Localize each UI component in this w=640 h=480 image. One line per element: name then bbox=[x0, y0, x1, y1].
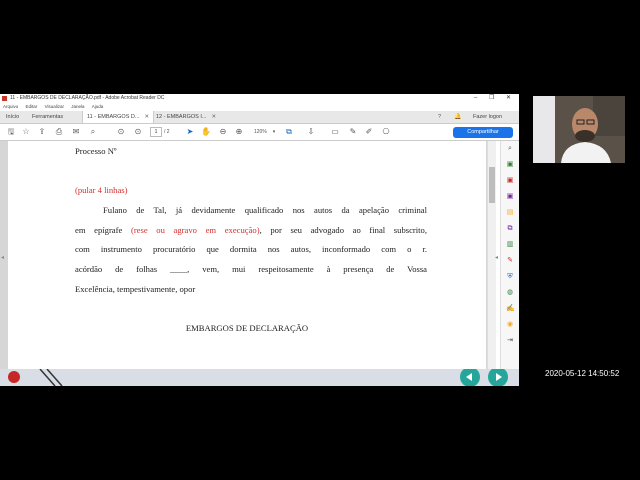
draw-icon[interactable]: ✐ bbox=[364, 127, 374, 137]
stamp-icon[interactable]: ⎔ bbox=[381, 127, 391, 137]
tab-doc-11-label: 11 - EMBARGOS D... bbox=[87, 114, 140, 120]
tab-bar: Início Ferramentas 11 - EMBARGOS D... ✕ 1… bbox=[0, 111, 519, 124]
organize-pages-icon[interactable]: ▥ bbox=[506, 241, 514, 249]
menu-janela[interactable]: Janela bbox=[71, 104, 84, 109]
combine-files-icon[interactable]: ⧉ bbox=[506, 225, 514, 233]
doc-paragraph-line-1: Fulano de Tal, já devidamente qualificad… bbox=[103, 205, 427, 215]
minimize-button[interactable]: – bbox=[474, 94, 477, 103]
upload-icon[interactable]: ⇪ bbox=[37, 127, 47, 137]
doc-process-line: Processo Nº bbox=[75, 146, 117, 156]
star-icon[interactable]: ☆ bbox=[21, 127, 31, 137]
next-page-icon[interactable]: ⊙ bbox=[133, 127, 143, 137]
more-tools-icon[interactable]: ◉ bbox=[506, 321, 514, 329]
hand-tool-icon[interactable]: ✋ bbox=[201, 127, 211, 137]
zoom-search-icon[interactable]: ⌕ bbox=[506, 145, 514, 153]
tab-doc-12[interactable]: 12 - EMBARGOS I... ✕ bbox=[152, 111, 220, 123]
search-icon[interactable]: ⌕ bbox=[88, 127, 98, 137]
comment-tool-icon[interactable]: ▤ bbox=[506, 209, 514, 217]
close-tab-icon[interactable]: ✕ bbox=[144, 114, 149, 120]
doc-paragraph-line-3: com instrumento procuratório que dormita… bbox=[75, 244, 427, 254]
share-label: Compartilhar bbox=[467, 129, 499, 135]
save-icon[interactable]: 🖫 bbox=[6, 127, 16, 137]
tools-expand-icon[interactable]: ⇥ bbox=[506, 337, 514, 345]
chevron-down-icon[interactable]: ▾ bbox=[269, 127, 279, 137]
zoom-level[interactable]: 120% bbox=[254, 128, 267, 136]
pdf-page[interactable]: Processo Nº (pular 4 linhas) Fulano de T… bbox=[8, 141, 486, 386]
menu-bar: Arquivo Editar Visualizar Janela Ajuda bbox=[0, 103, 519, 111]
login-button[interactable]: Fazer logon bbox=[469, 111, 506, 123]
acrobat-window: 11 - EMBARGOS DE DECLARAÇÃO.pdf - Adobe … bbox=[0, 94, 519, 386]
tab-doc-11[interactable]: 11 - EMBARGOS D... ✕ bbox=[82, 111, 155, 123]
window-title: 11 - EMBARGOS DE DECLARAÇÃO.pdf - Adobe … bbox=[10, 95, 165, 101]
tab-tools[interactable]: Ferramentas bbox=[28, 111, 67, 123]
page-number-input[interactable]: 1 bbox=[150, 127, 162, 137]
menu-editar[interactable]: Editar bbox=[26, 104, 38, 109]
select-cursor-icon[interactable]: ➤ bbox=[185, 127, 195, 137]
print-icon[interactable]: ⎙ bbox=[54, 127, 64, 137]
bell-icon[interactable]: 🔔 bbox=[450, 111, 465, 123]
acrobat-app-icon bbox=[2, 96, 7, 101]
taskbar-strip bbox=[0, 367, 519, 387]
taskbar-graphic bbox=[8, 367, 508, 387]
doc-text-segment: , por seu advogado ao final subscrito, bbox=[259, 225, 427, 235]
help-icon[interactable]: ? bbox=[434, 111, 445, 123]
prev-page-icon[interactable]: ⊙ bbox=[116, 127, 126, 137]
export-pdf-icon[interactable]: ▣ bbox=[506, 161, 514, 169]
optimize-icon[interactable]: ◍ bbox=[506, 289, 514, 297]
create-pdf-icon[interactable]: ▣ bbox=[506, 177, 514, 185]
tab-doc-12-label: 12 - EMBARGOS I... bbox=[156, 114, 207, 120]
doc-text-segment: em epígrafe bbox=[75, 225, 131, 235]
close-tab-icon[interactable]: ✕ bbox=[211, 114, 216, 120]
edit-pdf-icon[interactable]: ▣ bbox=[506, 193, 514, 201]
highlight-pen-icon[interactable]: ✎ bbox=[348, 127, 358, 137]
presenter-image bbox=[533, 96, 625, 163]
document-area[interactable]: Processo Nº (pular 4 linhas) Fulano de T… bbox=[0, 141, 487, 386]
doc-red-note: (rese ou agravo em execução) bbox=[130, 225, 260, 235]
video-timestamp: 2020-05-12 14:50:52 bbox=[545, 369, 620, 378]
comment-icon[interactable]: ▭ bbox=[330, 127, 340, 137]
scrollbar-thumb[interactable] bbox=[489, 167, 495, 203]
tools-side-panel: ⌕ ▣ ▣ ▣ ▤ ⧉ ▥ ✎ ⛨ ◍ ✍ ◉ ⇥ bbox=[500, 141, 519, 386]
doc-paragraph-line-5: Excelência, tempestivamente, opor bbox=[75, 284, 196, 294]
webcam-video bbox=[533, 96, 625, 163]
doc-paragraph-line-4: acórdão de folhas ____, vem, mui respeit… bbox=[75, 264, 427, 274]
toolbar: 🖫 ☆ ⇪ ⎙ ✉ ⌕ ⊙ ⊙ 1 / 2 ➤ ✋ ⊖ ⊕ 120% ▾ ⧉ ⇩… bbox=[0, 124, 519, 141]
fit-page-icon[interactable]: ⧉ bbox=[284, 127, 294, 137]
fill-sign-icon[interactable]: ✍ bbox=[506, 305, 515, 313]
protect-icon[interactable]: ⛨ bbox=[506, 273, 514, 281]
zoom-out-icon[interactable]: ⊖ bbox=[218, 127, 228, 137]
menu-visualizar[interactable]: Visualizar bbox=[45, 104, 64, 109]
menu-ajuda[interactable]: Ajuda bbox=[92, 104, 104, 109]
share-button[interactable]: Compartilhar bbox=[453, 127, 513, 138]
page-total: / 2 bbox=[164, 129, 170, 135]
redact-icon[interactable]: ✎ bbox=[506, 257, 514, 265]
doc-paragraph-line-2: em epígrafe (rese ou agravo em execução)… bbox=[75, 225, 427, 235]
mail-icon[interactable]: ✉ bbox=[71, 127, 81, 137]
close-window-button[interactable]: ✕ bbox=[506, 94, 511, 103]
left-panel-arrow-icon[interactable]: ◂ bbox=[1, 254, 4, 261]
doc-heading: EMBARGOS DE DECLARAÇÃO bbox=[185, 323, 309, 333]
scroll-mode-icon[interactable]: ⇩ bbox=[306, 127, 316, 137]
menu-arquivo[interactable]: Arquivo bbox=[3, 104, 18, 109]
zoom-in-icon[interactable]: ⊕ bbox=[234, 127, 244, 137]
right-panel-arrow-icon[interactable]: ◂ bbox=[495, 254, 498, 261]
maximize-button[interactable]: ❐ bbox=[489, 94, 494, 103]
tab-home[interactable]: Início bbox=[2, 111, 23, 123]
doc-skip-lines-note: (pular 4 linhas) bbox=[75, 185, 128, 195]
